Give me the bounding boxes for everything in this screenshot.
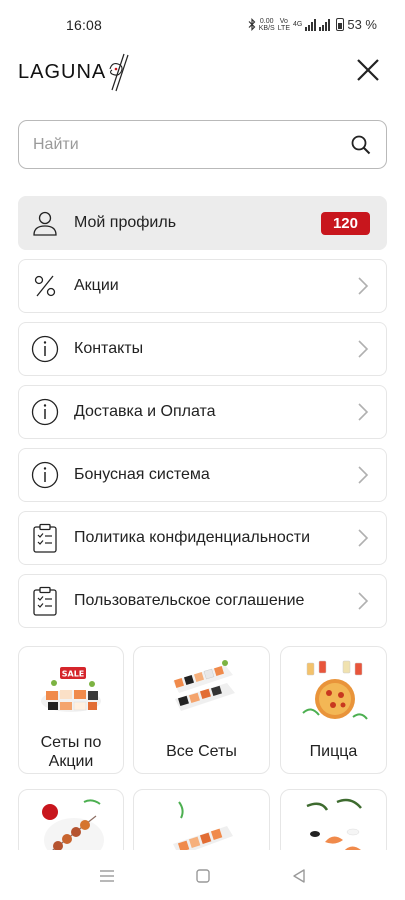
category-label: Сеты по Акции <box>40 734 102 770</box>
battery-level: 53 % <box>347 17 377 32</box>
category-card-4[interactable] <box>18 789 124 859</box>
user-icon <box>31 209 59 237</box>
status-bar: 16:08 0.00 KB/S Vo LTE 4G 53 % <box>0 0 405 48</box>
chevron-right-icon <box>358 277 369 295</box>
menu-item-user-agreement[interactable]: Пользовательское соглашение <box>18 574 387 628</box>
menu-item-label: Акции <box>74 277 119 294</box>
category-label: Пицца <box>309 743 358 760</box>
category-label: Все Сеты <box>166 743 237 760</box>
back-icon[interactable] <box>289 866 309 886</box>
menu-item-label: Мой профиль <box>74 214 177 231</box>
bonus-badge: 120 <box>320 211 370 235</box>
logo-chopsticks-icon <box>109 53 129 92</box>
info-icon <box>31 398 59 426</box>
pizza-image <box>301 660 368 720</box>
app-header: LAGUNA <box>0 48 405 98</box>
clipboard-icon <box>31 586 59 616</box>
network-type: 4G <box>293 21 303 28</box>
svg-text:SALE: SALE <box>62 670 85 679</box>
menu-item-contacts[interactable]: Контакты <box>18 322 387 376</box>
menu-item-delivery[interactable]: Доставка и Оплата <box>18 385 387 439</box>
menu-item-label: Контакты <box>74 340 144 357</box>
system-nav-bar <box>0 850 405 900</box>
info-icon <box>31 335 59 363</box>
signal-icon <box>305 18 317 31</box>
battery-icon <box>336 18 345 31</box>
chevron-right-icon <box>358 466 369 484</box>
sushi-sale-image: SALE <box>41 667 101 712</box>
volte-indicator: Vo LTE <box>277 17 291 32</box>
bluetooth-icon <box>248 18 256 31</box>
status-icons: 0.00 KB/S Vo LTE 4G 53 % <box>248 17 377 32</box>
menu-icon[interactable] <box>97 866 117 886</box>
search-icon[interactable] <box>350 134 372 156</box>
chevron-right-icon <box>358 592 369 610</box>
chevron-right-icon <box>358 340 369 358</box>
sushi-set-image <box>172 660 235 711</box>
signal-icon-2 <box>319 18 331 31</box>
chevron-right-icon <box>358 403 369 421</box>
category-card-5[interactable] <box>133 789 270 859</box>
category-card-all-sets[interactable]: Все Сеты <box>133 646 270 774</box>
category-card-6[interactable] <box>280 789 387 859</box>
menu-item-label: Бонусная система <box>74 466 210 483</box>
percent-icon <box>31 272 59 300</box>
search-input[interactable] <box>33 135 350 154</box>
logo: LAGUNA <box>18 52 132 92</box>
clipboard-icon <box>31 523 59 553</box>
menu-item-privacy[interactable]: Политика конфиденциальности <box>18 511 387 565</box>
menu-item-label: Доставка и Оплата <box>74 403 216 420</box>
chevron-right-icon <box>358 529 369 547</box>
menu-item-label: Пользовательское соглашение <box>74 592 305 609</box>
home-icon[interactable] <box>193 866 213 886</box>
menu-item-label: Политика конфиденциальности <box>74 529 311 546</box>
category-card-pizza[interactable]: Пицца <box>280 646 387 774</box>
search-box <box>18 120 387 169</box>
logo-text: LAGUNA <box>18 60 107 83</box>
category-card-promo-sets[interactable]: SALE Сеты по Акции <box>18 646 124 774</box>
menu-list: Мой профиль 120 Акции Контакты Доставка … <box>18 196 387 637</box>
menu-item-promotions[interactable]: Акции <box>18 259 387 313</box>
menu-item-profile[interactable]: Мой профиль 120 <box>18 196 387 250</box>
status-time: 16:08 <box>66 17 103 33</box>
info-icon <box>31 461 59 489</box>
net-speed: 0.00 KB/S <box>258 17 275 32</box>
menu-item-bonus[interactable]: Бонусная система <box>18 448 387 502</box>
close-icon[interactable] <box>355 57 381 83</box>
